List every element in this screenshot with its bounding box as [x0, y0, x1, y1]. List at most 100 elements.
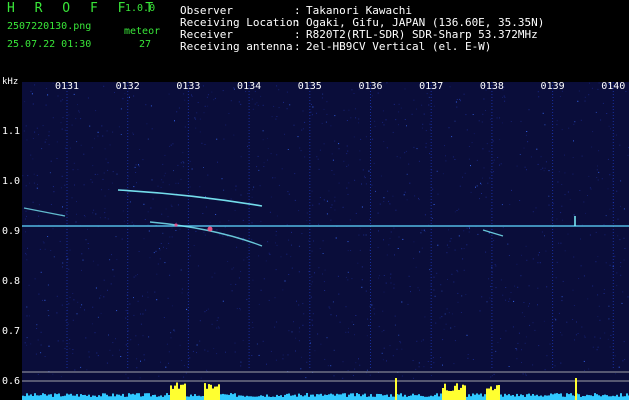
- noise-pixel: [95, 213, 97, 215]
- noise-pixel: [362, 169, 364, 171]
- noise-pixel: [532, 364, 534, 366]
- noise-pixel: [171, 227, 173, 229]
- noise-pixel: [560, 212, 562, 214]
- noise-pixel: [106, 130, 108, 132]
- noise-pixel: [514, 285, 516, 287]
- noise-pixel: [432, 357, 434, 359]
- noise-pixel: [463, 230, 465, 232]
- noise-pixel: [280, 256, 282, 258]
- noise-pixel: [352, 375, 354, 376]
- y-tick-label: 0.6: [2, 376, 20, 387]
- noise-pixel: [47, 94, 49, 96]
- noise-pixel: [26, 337, 28, 339]
- noise-pixel: [428, 104, 430, 106]
- noise-pixel: [591, 146, 593, 148]
- level-bar: [60, 396, 62, 400]
- level-bar: [352, 393, 354, 400]
- noise-pixel: [170, 144, 172, 146]
- noise-pixel: [234, 342, 236, 344]
- noise-pixel: [252, 327, 254, 328]
- noise-pixel: [346, 153, 348, 155]
- noise-pixel: [162, 181, 164, 183]
- noise-pixel: [42, 299, 43, 301]
- noise-pixel: [112, 269, 114, 271]
- noise-pixel: [480, 184, 482, 185]
- noise-pixel: [104, 217, 106, 219]
- info-key-antenna: Receiving antenna: [180, 40, 293, 53]
- noise-pixel: [196, 352, 197, 354]
- noise-pixel: [120, 134, 122, 135]
- level-bar: [626, 393, 628, 400]
- level-bar: [348, 394, 350, 400]
- noise-pixel: [251, 196, 253, 198]
- noise-pixel: [101, 125, 103, 127]
- noise-pixel: [74, 369, 76, 371]
- noise-pixel: [28, 315, 30, 317]
- level-bar: [160, 395, 162, 400]
- noise-pixel: [238, 101, 240, 103]
- level-bar: [192, 396, 194, 400]
- noise-pixel: [84, 309, 85, 311]
- noise-pixel: [246, 299, 248, 300]
- noise-pixel: [392, 195, 394, 197]
- noise-pixel: [338, 148, 340, 150]
- noise-pixel: [517, 286, 519, 288]
- noise-pixel: [27, 175, 29, 177]
- noise-pixel: [383, 141, 385, 142]
- noise-pixel: [347, 150, 349, 152]
- noise-pixel: [68, 114, 70, 116]
- noise-pixel: [433, 276, 435, 278]
- noise-pixel: [599, 319, 601, 321]
- level-bar: [166, 393, 168, 400]
- noise-pixel: [334, 200, 336, 202]
- noise-pixel: [52, 373, 54, 375]
- noise-pixel: [167, 297, 169, 299]
- level-bar: [208, 384, 210, 400]
- noise-pixel: [610, 335, 612, 336]
- noise-pixel: [173, 170, 174, 172]
- noise-pixel: [529, 303, 530, 305]
- noise-pixel: [348, 182, 350, 184]
- noise-pixel: [355, 117, 357, 119]
- noise-pixel: [491, 271, 493, 273]
- level-bar: [470, 396, 472, 400]
- level-bar: [168, 395, 170, 400]
- level-bar: [78, 396, 80, 400]
- level-bar: [142, 396, 144, 400]
- noise-pixel: [91, 147, 93, 149]
- noise-pixel: [70, 147, 71, 149]
- level-bar: [294, 394, 296, 400]
- noise-pixel: [175, 222, 177, 224]
- noise-pixel: [490, 286, 491, 287]
- noise-pixel: [450, 327, 452, 329]
- noise-pixel: [44, 356, 46, 357]
- noise-pixel: [398, 103, 400, 105]
- noise-pixel: [513, 300, 515, 302]
- level-bar: [334, 395, 336, 400]
- noise-pixel: [76, 141, 78, 143]
- noise-pixel: [564, 250, 566, 252]
- noise-pixel: [116, 173, 118, 175]
- level-bar: [146, 393, 148, 400]
- noise-pixel: [38, 215, 40, 217]
- noise-pixel: [65, 147, 67, 149]
- noise-pixel: [286, 108, 288, 110]
- noise-pixel: [75, 118, 77, 120]
- noise-pixel: [525, 336, 527, 338]
- noise-pixel: [240, 361, 242, 363]
- noise-pixel: [421, 247, 423, 249]
- noise-pixel: [204, 144, 206, 145]
- noise-pixel: [588, 94, 590, 96]
- noise-pixel: [573, 256, 575, 258]
- noise-pixel: [322, 253, 324, 254]
- noise-pixel: [526, 259, 528, 261]
- level-bar: [184, 383, 186, 400]
- noise-pixel: [302, 110, 304, 112]
- level-bar: [134, 394, 136, 400]
- noise-pixel: [240, 365, 242, 367]
- noise-pixel: [78, 111, 80, 113]
- noise-pixel: [583, 275, 585, 277]
- noise-pixel: [320, 343, 322, 345]
- noise-pixel: [263, 278, 265, 280]
- noise-pixel: [275, 269, 277, 271]
